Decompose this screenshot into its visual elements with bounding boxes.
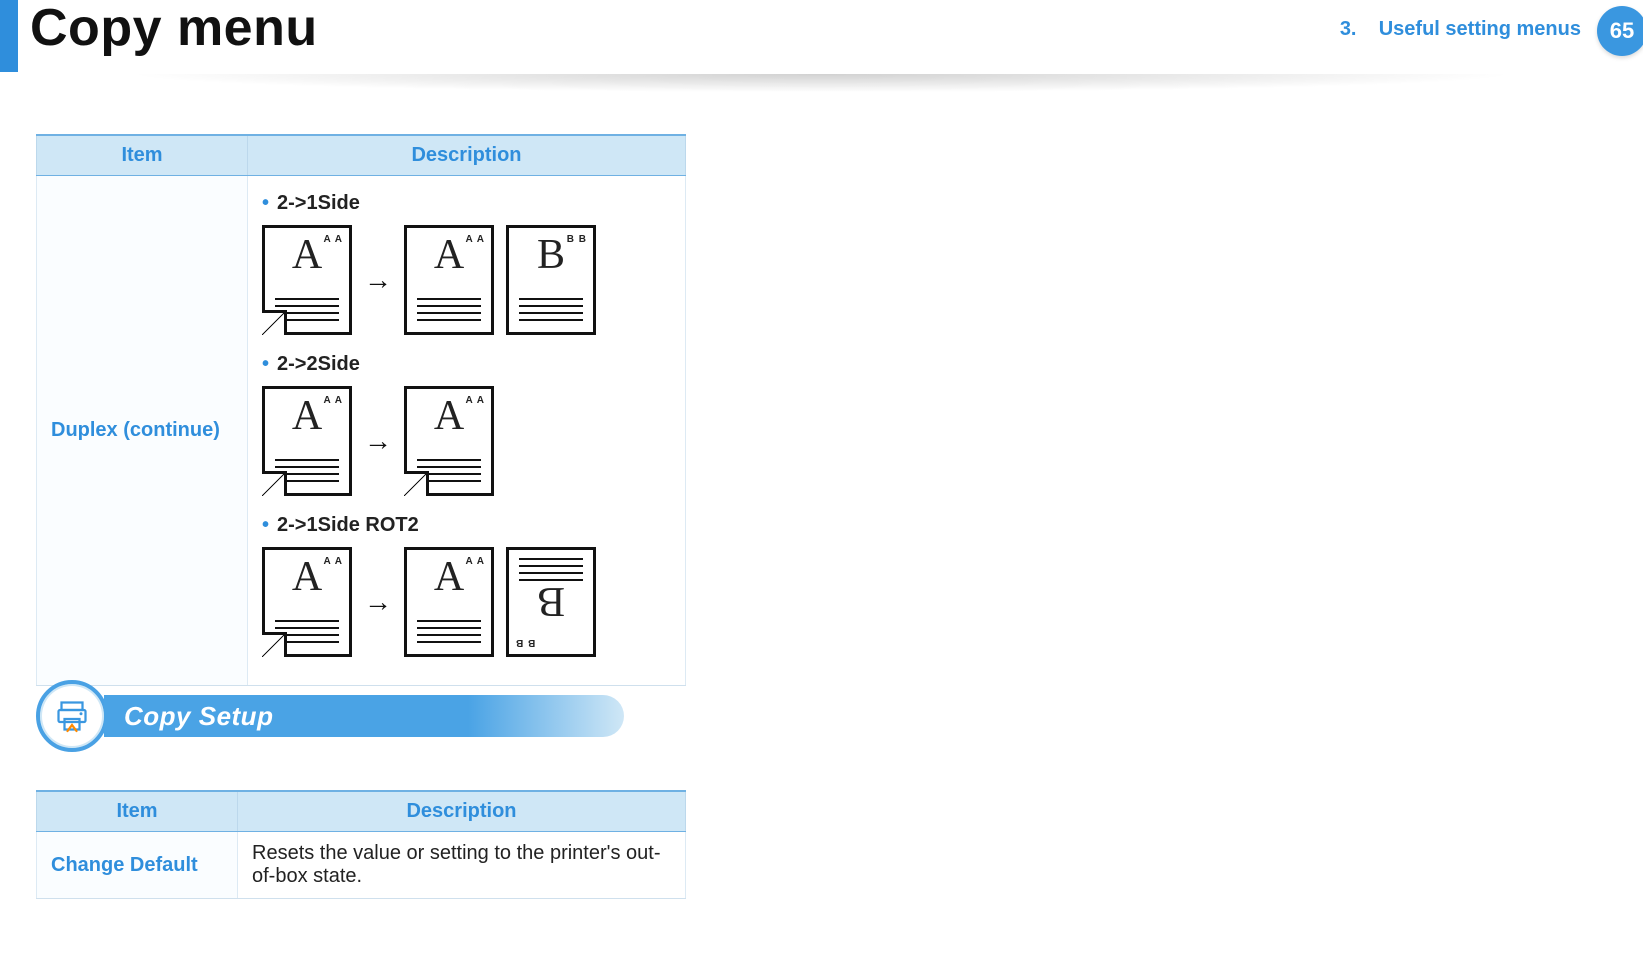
arrow-icon: → (364, 586, 392, 618)
page-A-front-icon: AA A (262, 547, 352, 657)
option-label: 2->1Side ROT2 (277, 514, 419, 536)
diagram-2to1side-rot2: AA A → AA A BB B (262, 547, 671, 657)
page-A-front-icon: AA A (262, 225, 352, 335)
option-label: 2->2Side (277, 353, 360, 375)
page-A-front-icon: AA A (262, 386, 352, 496)
row-item-change-default: Change Default (37, 832, 238, 899)
chapter-label: 3. Useful setting menus (1340, 18, 1581, 41)
section-copy-setup: Copy Setup (36, 680, 624, 752)
arrow-icon: → (364, 264, 392, 296)
duplex-table: Item Description Duplex (continue) • 2->1… (36, 134, 686, 686)
section-title: Copy Setup (124, 701, 273, 732)
bullet-icon: • (262, 353, 269, 375)
option-2to1side: • 2->1Side AA A → AA A BB B (262, 192, 671, 335)
col-description: Description (248, 135, 686, 176)
option-label: 2->1Side (277, 192, 360, 214)
row-desc-duplex: • 2->1Side AA A → AA A BB B • 2->2Side (248, 176, 686, 686)
row-item-duplex: Duplex (continue) (37, 176, 248, 686)
printer-svg-icon (54, 698, 90, 734)
page-A-icon: AA A (404, 225, 494, 335)
page-A-front-icon: AA A (404, 386, 494, 496)
option-2to1side-rot2: • 2->1Side ROT2 AA A → AA A BB B (262, 514, 671, 657)
page-title: Copy menu (30, 0, 318, 58)
page-number-badge: 65 (1597, 6, 1643, 56)
page-icon-source: AA A (262, 225, 352, 335)
chapter-number: 3. (1340, 18, 1357, 40)
row-desc-change-default: Resets the value or setting to the print… (238, 832, 686, 899)
diagram-2to1side: AA A → AA A BB B (262, 225, 671, 335)
col-item: Item (37, 791, 238, 832)
bullet-icon: • (262, 192, 269, 214)
bullet-icon: • (262, 514, 269, 536)
page-B-icon: BB B (506, 225, 596, 335)
copy-setup-table: Item Description Change Default Resets t… (36, 790, 686, 899)
arrow-icon: → (364, 425, 392, 457)
col-item: Item (37, 135, 248, 176)
header-shadow (0, 74, 1643, 100)
table-row: Change Default Resets the value or setti… (37, 832, 686, 899)
chapter-title: Useful setting menus (1379, 18, 1581, 40)
header-accent-bar (0, 0, 18, 72)
page-A-icon: AA A (404, 547, 494, 657)
diagram-2to2side: AA A → AA A (262, 386, 671, 496)
document-page: Copy menu 3. Useful setting menus 65 Ite… (0, 0, 1643, 968)
col-description: Description (238, 791, 686, 832)
section-title-bar: Copy Setup (104, 695, 624, 737)
printer-icon (36, 680, 108, 752)
option-list: • 2->1Side AA A → AA A BB B • 2->2Side (262, 192, 671, 657)
table-row: Duplex (continue) • 2->1Side AA A → AA A … (37, 176, 686, 686)
table-header-row: Item Description (37, 135, 686, 176)
page-B-rotated-icon: BB B (506, 547, 596, 657)
option-2to2side: • 2->2Side AA A → AA A (262, 353, 671, 496)
table-header-row: Item Description (37, 791, 686, 832)
